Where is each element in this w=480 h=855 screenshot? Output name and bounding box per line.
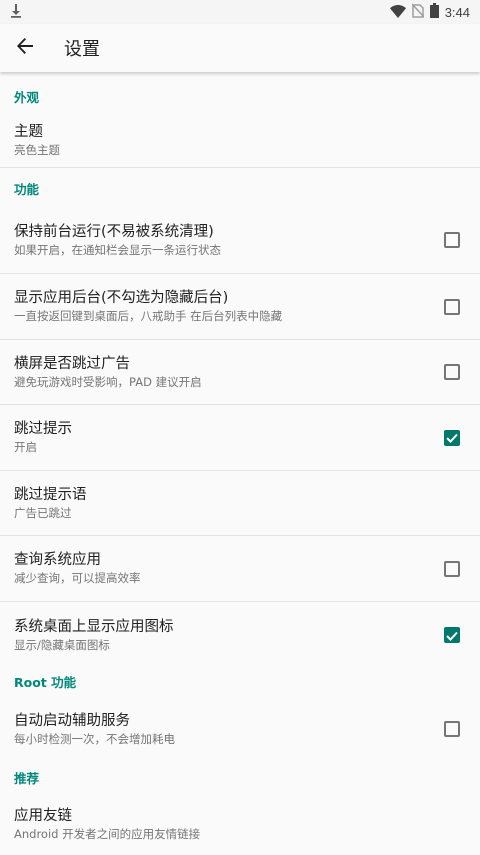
pref-summary: Android 开发者之间的应用友情链接	[14, 827, 201, 841]
back-button[interactable]	[0, 24, 50, 72]
pref-title: 显示应用后台(不勾选为隐藏后台)	[14, 290, 229, 306]
settings-list: 外观 主题 亮色主题 功能 保持前台运行(不易被系统清理) 如果开启，在通知栏会…	[0, 72, 480, 855]
download-icon	[10, 3, 22, 22]
page-title: 设置	[64, 39, 100, 60]
check-icon	[446, 626, 458, 645]
checkbox[interactable]	[444, 627, 460, 643]
pref-show-in-recents[interactable]: 显示应用后台(不勾选为隐藏后台) 一直按返回键到桌面后，八戒助手 在后台列表中隐…	[0, 274, 480, 340]
wifi-icon	[389, 3, 406, 22]
pref-summary: 显示/隐藏桌面图标	[14, 637, 110, 652]
pref-title: 查询系统应用	[14, 552, 101, 568]
checkbox[interactable]	[444, 721, 460, 737]
battery-icon	[429, 2, 439, 22]
pref-title: 系统桌面上显示应用图标	[14, 618, 174, 635]
checkbox[interactable]	[444, 560, 460, 577]
pref-title: 自动启动辅助服务	[14, 712, 130, 729]
no-sim-icon	[411, 2, 425, 22]
pref-summary: 广告已跳过	[14, 505, 72, 520]
category-appearance: 外观	[14, 90, 40, 105]
checkbox[interactable]	[444, 298, 460, 315]
checkbox[interactable]	[444, 428, 460, 447]
category-root: Root 功能	[14, 675, 77, 690]
pref-summary: 避免玩游戏时受影响，PAD 建议开启	[14, 374, 202, 389]
pref-title: 跳过提示	[14, 421, 72, 437]
pref-summary: 亮色主题	[14, 142, 60, 157]
pref-skip-toast-text[interactable]: 跳过提示语 广告已跳过	[0, 471, 480, 536]
pref-launcher-icon[interactable]: 系统桌面上显示应用图标 显示/隐藏桌面图标	[0, 602, 480, 668]
pref-auto-accessibility[interactable]: 自动启动辅助服务 每小时检测一次，不会增加耗电	[0, 694, 480, 764]
pref-title: 保持前台运行(不易被系统清理)	[14, 223, 214, 240]
pref-keep-foreground[interactable]: 保持前台运行(不易被系统清理) 如果开启，在通知栏会显示一条运行状态	[0, 207, 480, 274]
pref-theme[interactable]: 主题 亮色主题	[0, 113, 480, 168]
pref-summary: 开启	[14, 440, 37, 454]
pref-summary: 减少查询，可以提高效率	[14, 571, 141, 585]
checkbox[interactable]	[444, 364, 460, 380]
arrow-left-icon	[16, 37, 34, 59]
status-time: 3:44	[444, 4, 470, 20]
pref-summary: 如果开启，在通知栏会显示一条运行状态	[14, 242, 221, 257]
pref-summary: 一直按返回键到桌面后，八戒助手 在后台列表中隐藏	[14, 309, 283, 323]
pref-title: 横屏是否跳过广告	[14, 355, 130, 372]
pref-skip-toast[interactable]: 跳过提示 开启	[0, 405, 480, 471]
pref-title: 应用友链	[14, 808, 72, 824]
category-recommend: 推荐	[14, 771, 40, 786]
pref-landscape-skip[interactable]: 横屏是否跳过广告 避免玩游戏时受影响，PAD 建议开启	[0, 340, 480, 405]
pref-title: 主题	[14, 123, 43, 140]
toolbar: 设置	[0, 24, 480, 72]
status-bar: 3:44	[0, 0, 480, 24]
category-features: 功能	[14, 182, 40, 197]
checkbox[interactable]	[444, 232, 460, 248]
pref-title: 跳过提示语	[14, 486, 87, 503]
pref-summary: 每小时检测一次，不会增加耗电	[14, 731, 175, 746]
pref-query-system-apps[interactable]: 查询系统应用 减少查询，可以提高效率	[0, 536, 480, 602]
check-icon	[446, 428, 458, 447]
pref-friend-links[interactable]: 应用友链 Android 开发者之间的应用友情链接	[0, 790, 480, 855]
